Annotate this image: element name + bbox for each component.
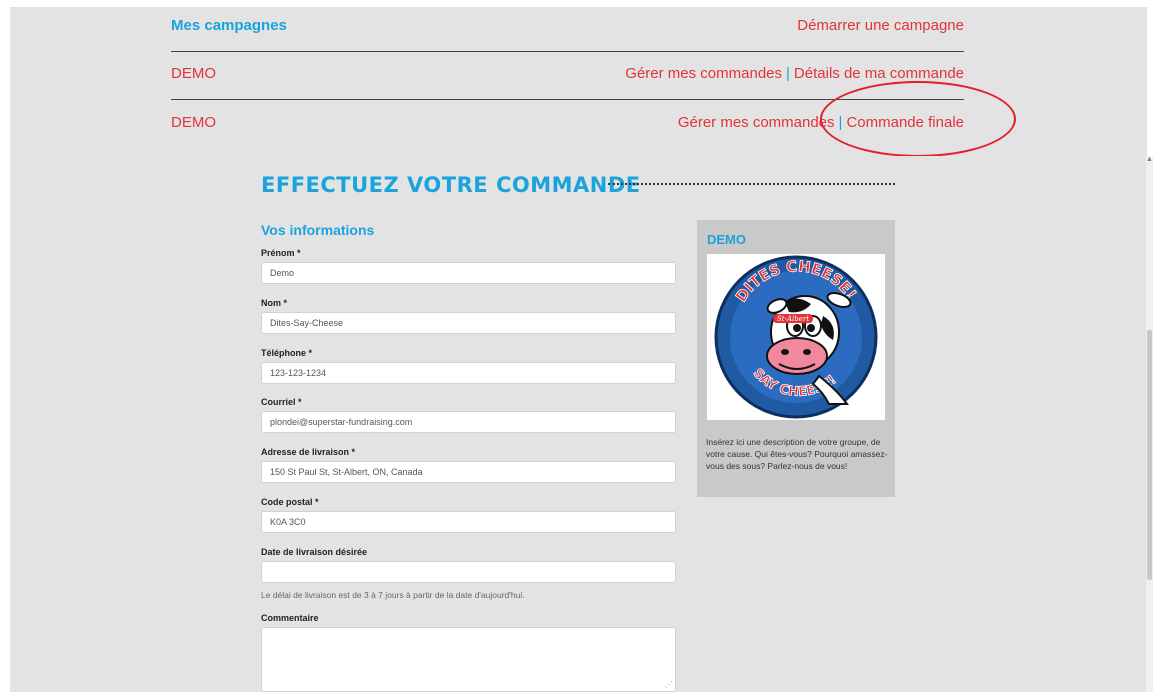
last-name-field[interactable]: Dites-Say-Cheese: [261, 312, 676, 334]
delivery-date-field[interactable]: [261, 561, 676, 583]
manage-orders-link[interactable]: Gérer mes commandes: [625, 65, 782, 82]
phone-label: Téléphone *: [261, 348, 313, 358]
page-title: EFFECTUEZ VOTRE COMMANDE: [261, 173, 641, 197]
address-field[interactable]: 150 St Paul St, St-Albert, ON, Canada: [261, 461, 676, 483]
comment-label: Commentaire: [261, 613, 319, 623]
svg-text:St-Albert: St-Albert: [777, 315, 809, 323]
divider: [171, 51, 964, 52]
email-label: Courriel *: [261, 397, 302, 407]
campaign-actions: Gérer mes commandes | Détails de ma comm…: [625, 65, 964, 82]
scrollbar-thumb[interactable]: [1147, 330, 1152, 580]
campaign-logo: DITES CHEESE! SAY CHEESE! St-Alb: [707, 254, 885, 420]
campaigns-header-row: Mes campagnes Démarrer une campagne: [171, 13, 964, 37]
phone-field[interactable]: 123-123-1234: [261, 362, 676, 384]
campaign-card: DEMO DITES CHEESE! SAY CHEESE!: [697, 220, 895, 497]
address-label: Adresse de livraison *: [261, 447, 356, 457]
email-field[interactable]: plondei@superstar-fundraising.com: [261, 411, 676, 433]
campaigns-title: Mes campagnes: [171, 16, 287, 34]
card-title: DEMO: [707, 232, 746, 247]
page-heading: EFFECTUEZ VOTRE COMMANDE: [261, 173, 641, 197]
first-name-field[interactable]: Demo: [261, 262, 676, 284]
order-details-link[interactable]: Détails de ma commande: [794, 65, 964, 82]
link-separator: |: [786, 64, 790, 82]
postal-code-field[interactable]: K0A 3C0: [261, 511, 676, 533]
heading-dotted-rule: [608, 183, 895, 185]
start-campaign-link[interactable]: Démarrer une campagne: [797, 17, 964, 34]
campaign-name[interactable]: DEMO: [171, 65, 216, 82]
campaign-name[interactable]: DEMO: [171, 114, 216, 131]
manage-orders-link[interactable]: Gérer mes commandes: [678, 114, 835, 131]
comment-textarea[interactable]: ⋰: [261, 627, 676, 692]
resize-grip-icon[interactable]: ⋰: [665, 680, 673, 689]
delivery-note: Le délai de livraison est de 3 à 7 jours…: [261, 590, 525, 600]
first-name-label: Prénom *: [261, 248, 301, 258]
section-title: Vos informations: [261, 222, 375, 238]
last-name-label: Nom *: [261, 298, 288, 308]
scroll-up-arrow-icon[interactable]: ▲: [1146, 156, 1153, 163]
postal-code-label: Code postal *: [261, 497, 319, 507]
campaign-row: DEMO Gérer mes commandes | Détails de ma…: [171, 61, 964, 85]
highlight-circle: [820, 81, 1016, 157]
delivery-date-label: Date de livraison désirée: [261, 547, 368, 557]
card-description: Insérez ici une description de votre gro…: [706, 437, 888, 471]
cow-logo-icon: DITES CHEESE! SAY CHEESE! St-Alb: [714, 255, 878, 419]
